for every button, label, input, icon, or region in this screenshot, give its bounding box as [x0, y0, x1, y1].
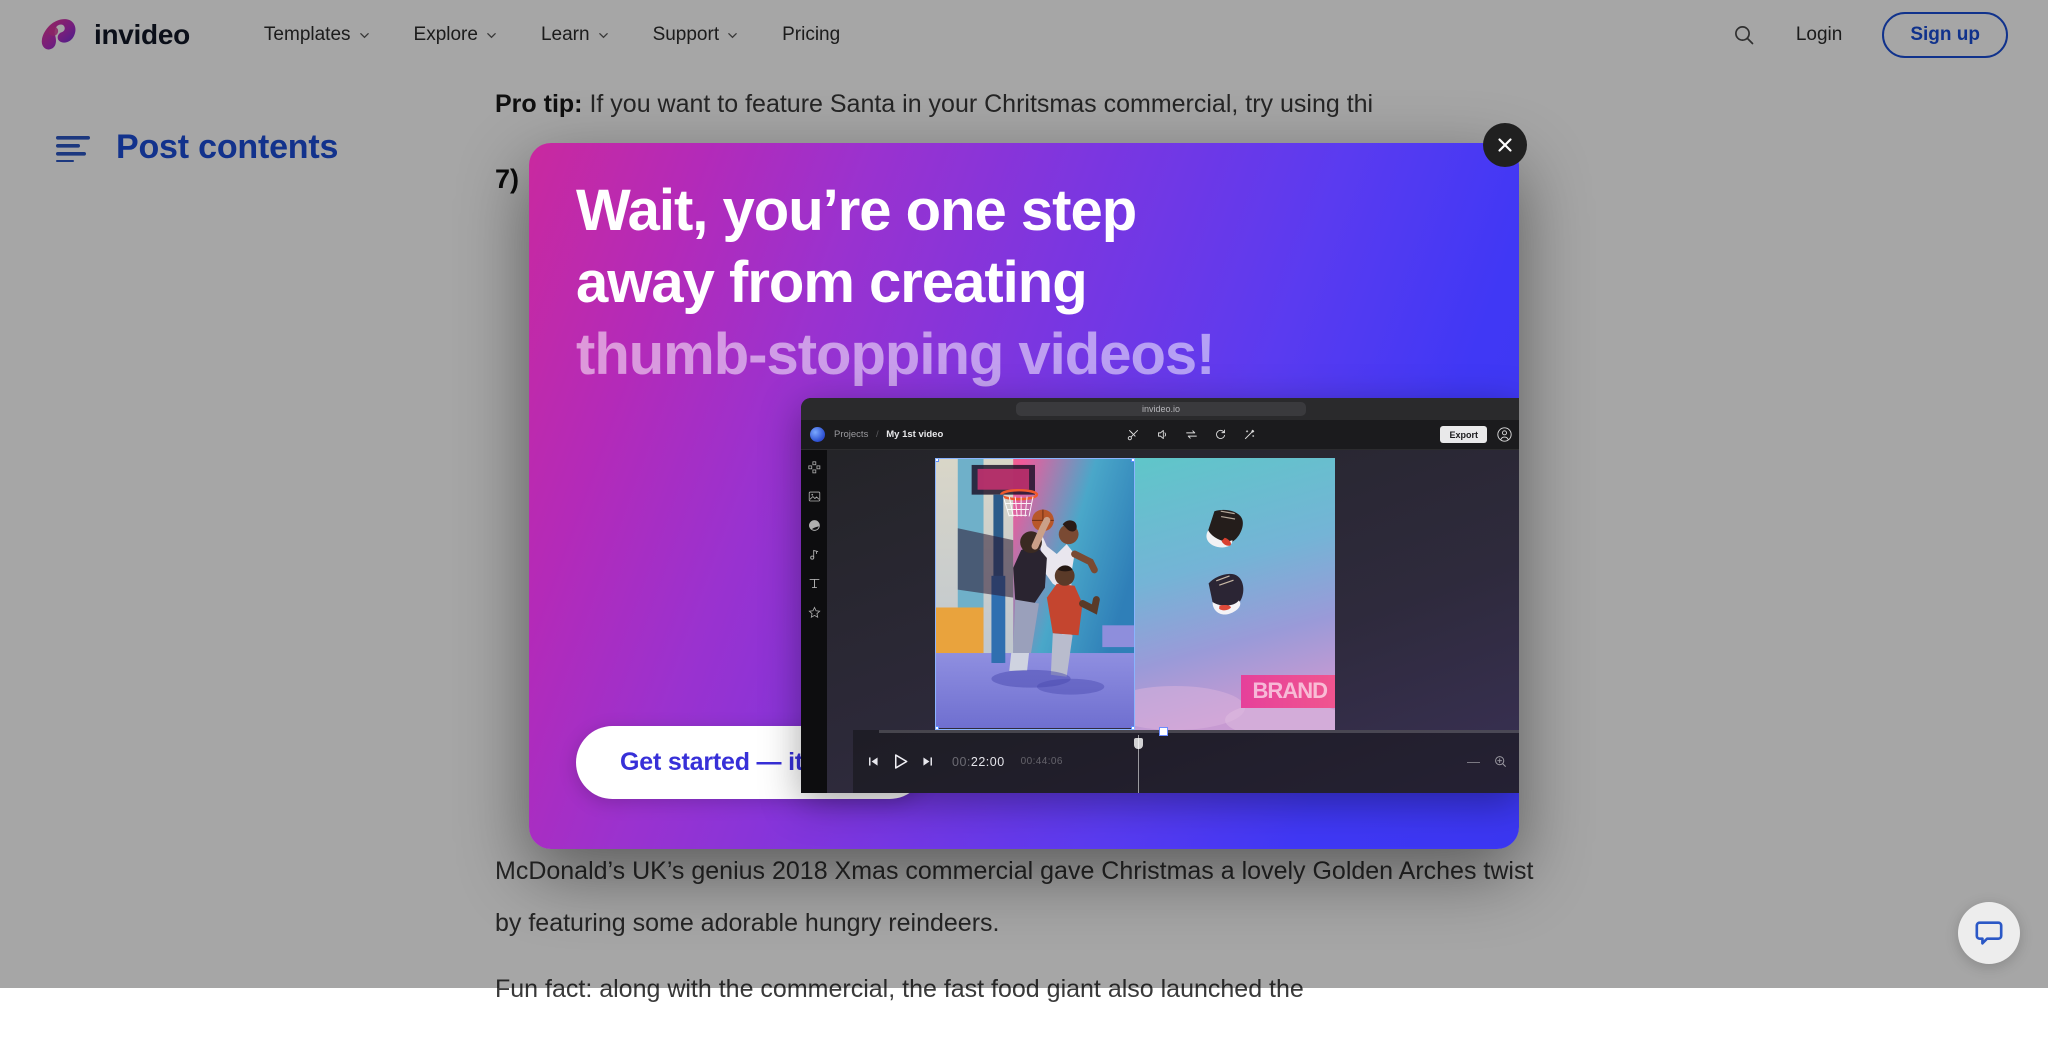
- video-clip-basketball[interactable]: [935, 458, 1135, 730]
- timeline-playhead-knob[interactable]: [1134, 738, 1143, 749]
- scrub-knob[interactable]: [1159, 727, 1168, 736]
- chat-bubble-icon: [1974, 918, 2004, 948]
- zoom-in-icon[interactable]: [1494, 755, 1507, 768]
- layout-grid-icon[interactable]: [808, 461, 821, 474]
- user-circle-icon[interactable]: [1497, 427, 1512, 442]
- skip-next-icon[interactable]: [921, 755, 934, 768]
- breadcrumb-root[interactable]: Projects: [834, 429, 868, 440]
- promo-modal: Wait, you’re one step away from creating…: [529, 143, 1519, 849]
- minus-icon[interactable]: —: [1467, 754, 1480, 769]
- video-clip-brand[interactable]: BRAND: [1135, 458, 1335, 730]
- play-icon[interactable]: [891, 752, 910, 771]
- chat-widget-button[interactable]: [1958, 902, 2020, 964]
- modal-headline: Wait, you’re one step away from creating…: [576, 175, 1366, 391]
- magic-wand-icon[interactable]: [1243, 428, 1256, 441]
- star-effects-icon[interactable]: [808, 606, 821, 619]
- editor-breadcrumb: Projects / My 1st video: [834, 429, 943, 440]
- volume-icon[interactable]: [1156, 428, 1169, 441]
- editor-playbar: 00:22:00 00:44:06 —: [853, 730, 1519, 793]
- editor-top-bar: Projects / My 1st video: [801, 420, 1519, 450]
- scrub-track[interactable]: [879, 730, 1519, 733]
- editor-body: BRAND: [801, 450, 1519, 793]
- swap-arrows-icon[interactable]: [1185, 428, 1198, 441]
- scissors-icon[interactable]: [1127, 428, 1140, 441]
- brand-overlay: BRAND: [1241, 675, 1335, 708]
- export-button[interactable]: Export: [1440, 426, 1487, 443]
- text-icon[interactable]: [808, 577, 821, 590]
- editor-url-pill: invideo.io: [1016, 402, 1306, 416]
- breadcrumb-separator: /: [876, 429, 879, 440]
- playbar-right-controls: —: [1467, 754, 1507, 769]
- playback-total-time: 00:44:06: [1021, 756, 1063, 767]
- editor-sidebar: [801, 450, 827, 793]
- editor-preview: invideo.io Projects / My 1st video: [801, 398, 1519, 793]
- close-x-icon: [1494, 134, 1516, 156]
- playback-hours: 00:: [952, 755, 971, 769]
- skip-previous-icon[interactable]: [867, 755, 880, 768]
- editor-canvas: BRAND: [827, 450, 1519, 793]
- modal-close-button[interactable]: [1483, 123, 1527, 167]
- basketball-scene-art: [936, 459, 1134, 728]
- playback-minutes-seconds: 22:00: [971, 755, 1005, 769]
- editor-url-bar: invideo.io: [801, 398, 1519, 420]
- headline-line-2: away from creating: [576, 247, 1366, 319]
- rotate-icon[interactable]: [1214, 428, 1227, 441]
- breadcrumb-current: My 1st video: [886, 429, 943, 440]
- headline-line-3: thumb-stopping videos!: [576, 319, 1366, 391]
- playback-current-time: 00:22:00: [952, 755, 1005, 769]
- clip-handle-tl[interactable]: [935, 458, 939, 462]
- music-note-icon[interactable]: [808, 548, 821, 561]
- headline-line-1: Wait, you’re one step: [576, 175, 1366, 247]
- brand-label: BRAND: [1253, 678, 1327, 703]
- editor-toolbar: [1127, 428, 1256, 441]
- editor-logo-icon: [810, 427, 825, 442]
- color-fill-icon[interactable]: [808, 519, 821, 532]
- media-image-icon[interactable]: [808, 490, 821, 503]
